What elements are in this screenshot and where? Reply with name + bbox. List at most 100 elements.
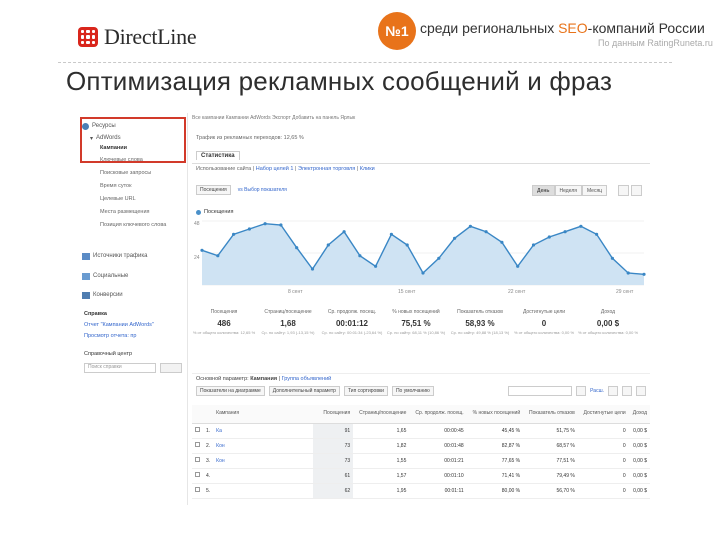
campaign-link[interactable]: Кон: [213, 438, 314, 454]
subnav-clicks[interactable]: Клики: [360, 166, 375, 172]
data-point[interactable]: [626, 271, 630, 275]
sidebar-item-sources[interactable]: Источники трафика: [82, 251, 147, 261]
campaigns-table: Кампания Посещения Страниц/посещение Ср.…: [192, 405, 650, 499]
data-point[interactable]: [374, 264, 378, 268]
data-point[interactable]: [595, 232, 599, 236]
sidebar-item-placements[interactable]: Места размещения: [100, 209, 150, 219]
data-point[interactable]: [547, 235, 551, 239]
sidebar-item-conversions[interactable]: Конверсии: [82, 290, 123, 300]
col-goals[interactable]: Достигнутые цели: [577, 405, 629, 424]
report-toolbar[interactable]: Все кампании Кампании AdWords Экспорт До…: [192, 115, 650, 123]
col-revenue[interactable]: Доход: [628, 405, 650, 424]
chart-legend: Посещения: [196, 209, 233, 215]
data-point[interactable]: [358, 254, 362, 258]
data-point[interactable]: [642, 272, 646, 276]
performance-view-icon[interactable]: [636, 386, 646, 396]
row-checkbox[interactable]: [195, 442, 200, 447]
col-new[interactable]: % новых посещений: [466, 405, 524, 424]
table-row[interactable]: 3. Кон 73 1,55 00:01:21 77,65 % 77,51 % …: [192, 453, 650, 469]
compare-metric-dropdown[interactable]: vs Выбор показателя: [235, 185, 290, 195]
table-row[interactable]: 2. Кон 73 1,82 00:01:48 82,87 % 68,57 % …: [192, 438, 650, 454]
help-link-report[interactable]: Просмотр отчета: пр: [84, 333, 136, 339]
subnav-goals[interactable]: Набор целей 1: [256, 166, 294, 172]
line-chart-icon[interactable]: [618, 185, 629, 196]
data-point[interactable]: [216, 254, 220, 258]
percent-view-icon[interactable]: [622, 386, 632, 396]
row-checkbox[interactable]: [195, 472, 200, 477]
campaign-link[interactable]: Ка: [213, 423, 314, 439]
campaign-link[interactable]: [213, 483, 314, 499]
period-month-button[interactable]: Месяц: [581, 185, 608, 196]
search-icon[interactable]: [576, 386, 587, 396]
col-bounce[interactable]: Показатель отказов: [523, 405, 578, 424]
data-point[interactable]: [279, 223, 283, 227]
help-link-campaigns[interactable]: Отчет "Кампании AdWords": [84, 322, 154, 328]
row-checkbox[interactable]: [195, 457, 200, 462]
help-search-button[interactable]: [160, 363, 182, 373]
dimension-campaign[interactable]: Кампания: [250, 376, 277, 382]
campaign-link[interactable]: [213, 468, 314, 484]
sidebar-item-urls[interactable]: Целевые URL: [100, 196, 136, 206]
arrows-icon: [82, 252, 90, 260]
data-point[interactable]: [405, 243, 409, 247]
sidebar-item-queries[interactable]: Поисковые запросы: [100, 170, 151, 180]
data-point[interactable]: [516, 264, 520, 268]
dimension-adgroup[interactable]: Группа объявлений: [282, 376, 332, 382]
default-sort-dropdown[interactable]: По умолчанию: [391, 386, 434, 396]
table-search-input[interactable]: [508, 386, 573, 396]
tab-statistics[interactable]: Статистика: [196, 151, 240, 160]
data-point[interactable]: [437, 256, 441, 260]
metric-pages-per-visit: Страниц/посещение 1,68 Ср. по сайту: 1,93 …: [261, 309, 315, 335]
plot-rows-dropdown[interactable]: Показатели на диаграмме: [196, 386, 265, 396]
sidebar-item-keyword-position[interactable]: Позиция ключевого слова: [100, 222, 166, 232]
motion-chart-icon[interactable]: [631, 185, 642, 196]
data-point[interactable]: [579, 224, 583, 228]
slide-title: Оптимизация рекламных сообщений и фраз: [66, 66, 613, 96]
col-visits[interactable]: Посещения: [313, 405, 354, 424]
table-view-icon[interactable]: [608, 386, 618, 396]
campaign-link[interactable]: Кон: [213, 453, 314, 469]
col-duration[interactable]: Ср. продолж. посещ.: [409, 405, 467, 424]
data-point[interactable]: [263, 222, 267, 226]
table-row[interactable]: 4. 61 1,57 00:01:10 71,41 % 79,49 % 0 0,…: [192, 468, 650, 484]
table-row[interactable]: 1. Ка 91 1,65 00:00:45 45,45 % 51,75 % 0…: [192, 423, 650, 439]
metric-dropdown[interactable]: Посещения: [196, 185, 231, 195]
help-search-input[interactable]: Поиск справки: [84, 363, 156, 373]
data-point[interactable]: [563, 230, 567, 234]
col-pages[interactable]: Страниц/посещение: [353, 405, 410, 424]
data-point[interactable]: [453, 236, 457, 240]
row-checkbox[interactable]: [195, 427, 200, 432]
metric-new-visits: % новых посещений 75,51 % Ср. по сайту: 68…: [386, 309, 446, 335]
secondary-dimension-dropdown[interactable]: Дополнительный параметр: [268, 386, 340, 396]
data-point[interactable]: [247, 227, 251, 231]
data-point[interactable]: [531, 243, 536, 247]
data-point[interactable]: [468, 224, 472, 228]
period-week-button[interactable]: Неделя: [554, 185, 582, 196]
data-point[interactable]: [610, 256, 614, 260]
data-point[interactable]: [295, 246, 299, 250]
logo-text: DirectLine: [104, 24, 197, 49]
data-point[interactable]: [326, 243, 330, 247]
table-row[interactable]: 5. 62 1,95 00:01:11 80,00 % 56,70 % 0 0,…: [192, 483, 650, 499]
sidebar-item-daytime[interactable]: Время суток: [100, 183, 132, 193]
data-point[interactable]: [484, 230, 488, 234]
subnav-ecommerce[interactable]: Электронная торговля: [298, 166, 355, 172]
data-point[interactable]: [200, 248, 204, 252]
people-icon: [82, 272, 90, 280]
data-point[interactable]: [232, 232, 236, 236]
sort-type-dropdown[interactable]: Тип сортировки: [343, 386, 388, 396]
period-day-button[interactable]: День: [532, 185, 555, 196]
advanced-filter-link[interactable]: Расш.: [590, 388, 604, 394]
data-point[interactable]: [421, 271, 425, 275]
data-point[interactable]: [389, 232, 393, 236]
period-switch: День Неделя Месяц: [532, 185, 608, 196]
row-checkbox[interactable]: [195, 487, 200, 492]
subnav-site-usage[interactable]: Использование сайта: [196, 166, 251, 172]
data-point[interactable]: [342, 230, 346, 234]
sidebar: Ресурсы ▾ AdWords Кампании Ключевые слова…: [78, 113, 188, 505]
data-point[interactable]: [310, 267, 315, 271]
divider: [58, 62, 672, 63]
data-point[interactable]: [500, 240, 504, 244]
sidebar-item-social[interactable]: Социальные: [82, 271, 128, 281]
col-campaign[interactable]: Кампания: [213, 405, 314, 424]
